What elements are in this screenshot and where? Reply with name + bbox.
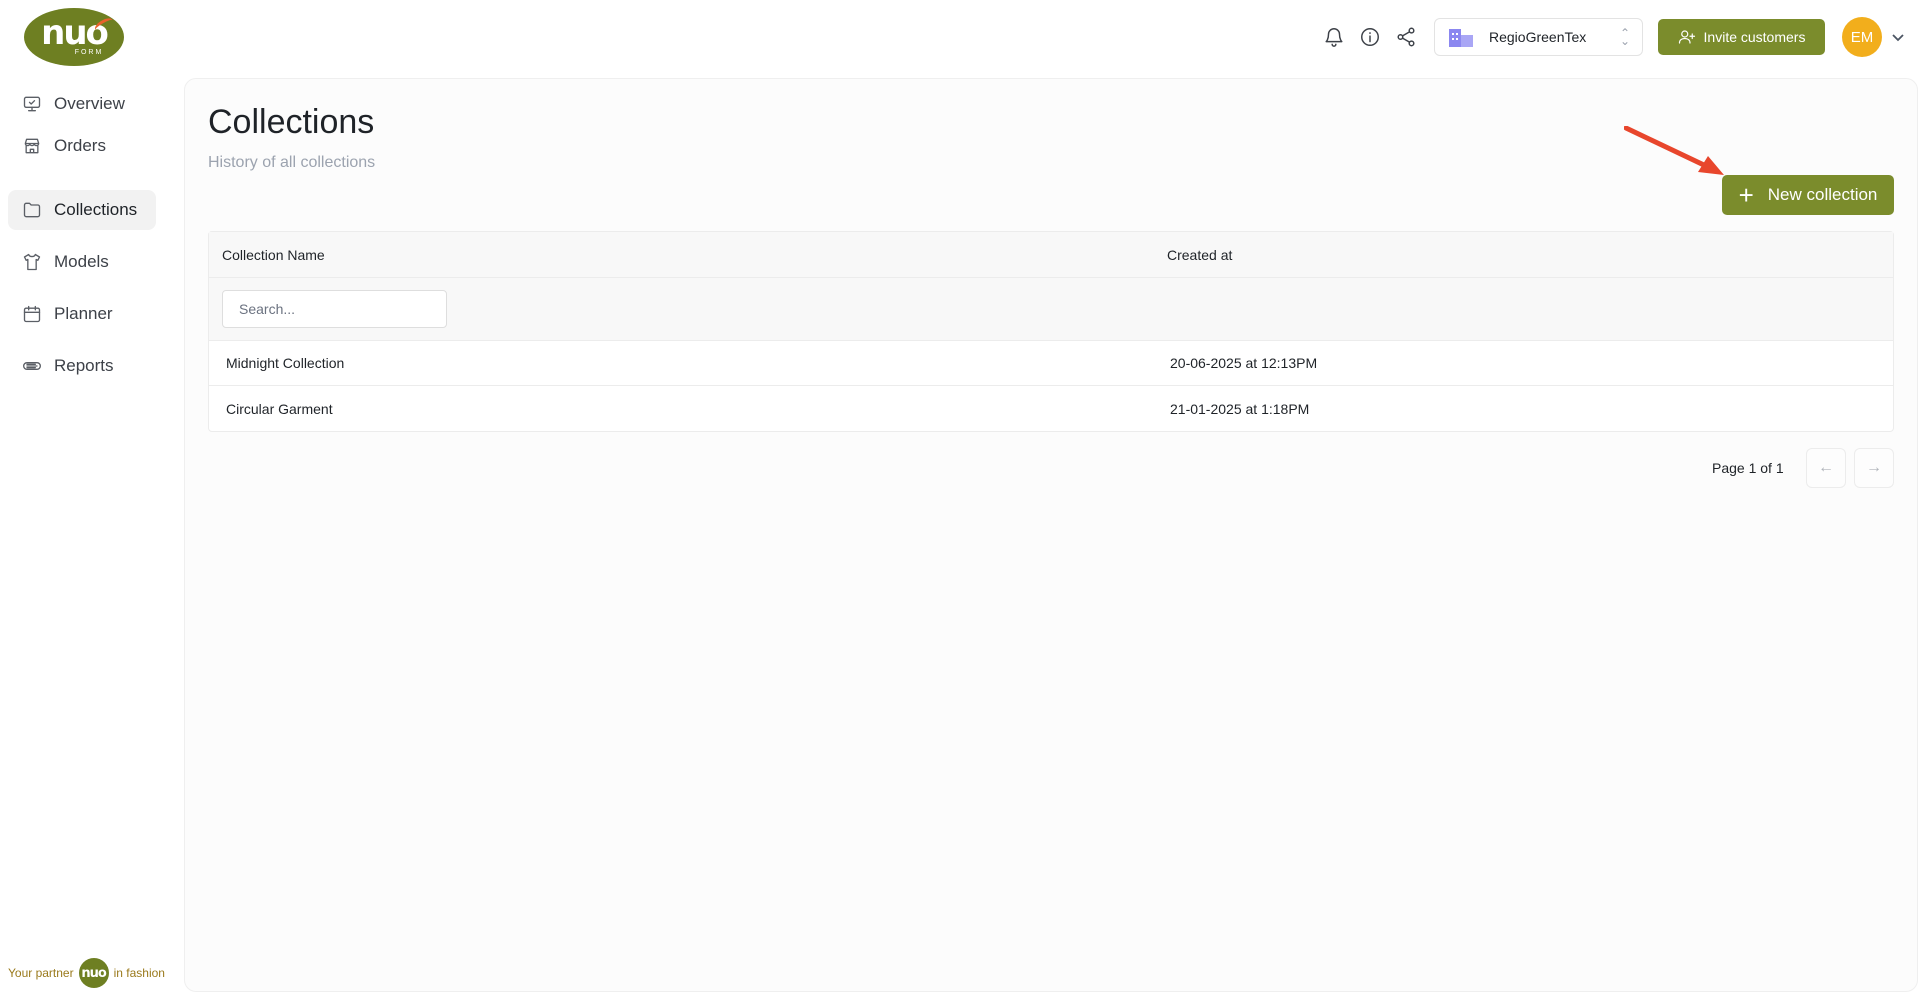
shirt-icon xyxy=(22,252,42,272)
store-icon xyxy=(22,136,42,156)
filter-row xyxy=(209,278,1893,341)
info-icon[interactable] xyxy=(1358,25,1382,49)
sidebar-item-overview[interactable]: Overview xyxy=(8,84,156,124)
calendar-icon xyxy=(22,304,42,324)
prev-page-button[interactable]: ← xyxy=(1806,448,1846,488)
page-title: Collections xyxy=(208,103,375,141)
user-plus-icon xyxy=(1678,30,1695,44)
chevron-updown-icon: ⌃ ⌄ xyxy=(1619,26,1630,48)
footer-suffix: in fashion xyxy=(113,966,165,980)
sidebar-item-orders[interactable]: Orders xyxy=(8,126,156,166)
sidebar-item-collections[interactable]: Collections xyxy=(8,190,156,230)
sidebar-item-label: Reports xyxy=(54,356,114,375)
column-header-collection-name[interactable]: Collection Name xyxy=(209,247,1167,263)
sidebar-item-models[interactable]: Models xyxy=(8,242,156,282)
column-header-created-at[interactable]: Created at xyxy=(1167,247,1232,263)
sidebar-item-label: Models xyxy=(54,252,109,271)
new-collection-label: New collection xyxy=(1767,185,1878,204)
table-row[interactable]: Midnight Collection 20-06-2025 at 12:13P… xyxy=(209,341,1893,386)
sidebar-item-label: Overview xyxy=(54,94,125,113)
chevron-down-icon[interactable] xyxy=(1891,30,1905,44)
footer-logo: nuo xyxy=(78,958,109,988)
organization-switcher[interactable]: RegioGreenTex ⌃ ⌄ xyxy=(1434,18,1643,56)
reports-icon xyxy=(22,356,42,376)
invite-customers-label: Invite customers xyxy=(1703,29,1806,45)
footer-prefix: Your partner xyxy=(8,966,74,980)
next-page-button[interactable]: → xyxy=(1854,448,1894,488)
page-subtitle: History of all collections xyxy=(208,154,376,171)
new-collection-button[interactable]: + New collection xyxy=(1722,175,1894,215)
folder-icon xyxy=(22,200,42,220)
sidebar-item-label: Collections xyxy=(54,200,138,219)
collection-name-cell: Circular Garment xyxy=(226,400,333,417)
logo-subtext: FORM xyxy=(74,49,104,56)
annotation-arrow xyxy=(1624,126,1724,175)
page-indicator: Page 1 of 1 xyxy=(1712,460,1784,476)
sidebar-item-planner[interactable]: Planner xyxy=(8,294,156,334)
sidebar-item-label: Orders xyxy=(54,136,106,155)
created-at-cell: 21-01-2025 at 1:18PM xyxy=(1170,400,1310,417)
collections-table: Collection Name Created at Midnight Coll… xyxy=(208,231,1894,432)
brand-logo[interactable]: nuo FORM xyxy=(24,8,124,66)
building-icon xyxy=(1449,29,1473,47)
organization-name: RegioGreenTex xyxy=(1489,29,1587,45)
sidebar-item-reports[interactable]: Reports xyxy=(8,346,156,386)
plus-icon: + xyxy=(1738,180,1754,210)
bell-icon[interactable] xyxy=(1322,25,1346,49)
search-input[interactable] xyxy=(222,290,447,328)
invite-customers-button[interactable]: Invite customers xyxy=(1658,19,1825,55)
collection-name-cell: Midnight Collection xyxy=(226,355,345,371)
table-header: Collection Name Created at xyxy=(209,232,1893,278)
table-row[interactable]: Circular Garment 21-01-2025 at 1:18PM xyxy=(209,386,1893,431)
sidebar-item-label: Planner xyxy=(54,304,113,323)
monitor-icon xyxy=(22,94,42,114)
sidebar-footer: Your partner nuo in fashion xyxy=(8,958,165,988)
created-at-cell: 20-06-2025 at 12:13PM xyxy=(1170,355,1318,371)
avatar[interactable]: EM xyxy=(1842,17,1882,57)
main-panel xyxy=(184,78,1918,992)
share-icon[interactable] xyxy=(1394,25,1418,49)
